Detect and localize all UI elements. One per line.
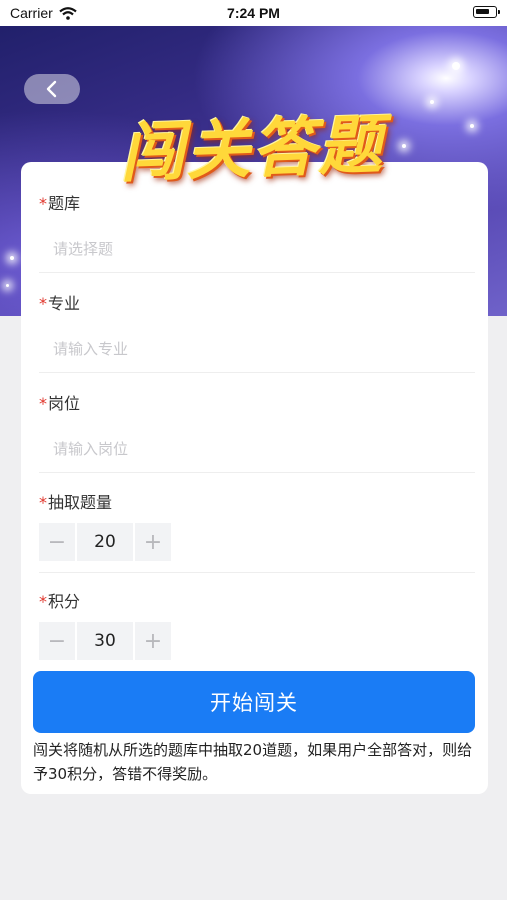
question-bank-label: *题库 [39,194,81,213]
position-label: *岗位 [39,394,81,413]
divider [39,272,475,273]
status-bar: Carrier 7:24 PM [0,0,507,26]
points-stepper: − 30 + [39,622,171,660]
points-field: *积分 − 30 + [39,588,475,664]
start-challenge-button[interactable]: 开始闯关 [33,671,475,733]
sparkle-decoration [6,284,9,287]
required-mark: * [39,592,47,611]
question-count-label: *抽取题量 [39,493,113,512]
position-field: *岗位 请输入岗位 [39,390,475,473]
sparkle-decoration [470,124,474,128]
sparkle-decoration [10,256,14,260]
form-card: *题库 请选择题 *专业 请输入专业 *岗位 请输入岗位 *抽取题量 − 20 … [21,162,488,794]
sparkle-decoration [430,100,434,104]
increment-button[interactable]: + [135,622,171,660]
question-bank-select[interactable]: 请选择题 [53,238,113,259]
question-count-value[interactable]: 20 [77,523,133,561]
position-input[interactable]: 请输入岗位 [53,438,128,459]
question-count-field: *抽取题量 − 20 + [39,489,475,573]
major-input[interactable]: 请输入专业 [53,338,128,359]
question-count-stepper: − 20 + [39,523,171,561]
decrement-button[interactable]: − [39,622,75,660]
required-mark: * [39,194,47,213]
increment-button[interactable]: + [135,523,171,561]
back-button[interactable] [24,74,80,104]
divider [39,472,475,473]
required-mark: * [39,493,47,512]
rules-hint: 闯关将随机从所选的题库中抽取20道题，如果用户全部答对，则给予30积分，答错不得… [33,741,473,783]
divider [39,372,475,373]
decrement-button[interactable]: − [39,523,75,561]
status-time: 7:24 PM [227,5,280,21]
chevron-left-icon [46,80,57,98]
required-mark: * [39,294,47,313]
sparkle-decoration [402,144,406,148]
sparkle-decoration [452,62,460,70]
divider [39,572,475,573]
battery-icon [473,6,500,18]
major-label: *专业 [39,294,81,313]
major-field: *专业 请输入专业 [39,290,475,373]
question-bank-field: *题库 请选择题 [39,190,475,273]
points-label: *积分 [39,592,81,611]
points-value[interactable]: 30 [77,622,133,660]
page-title: 闯关答题 [118,107,386,192]
required-mark: * [39,394,47,413]
